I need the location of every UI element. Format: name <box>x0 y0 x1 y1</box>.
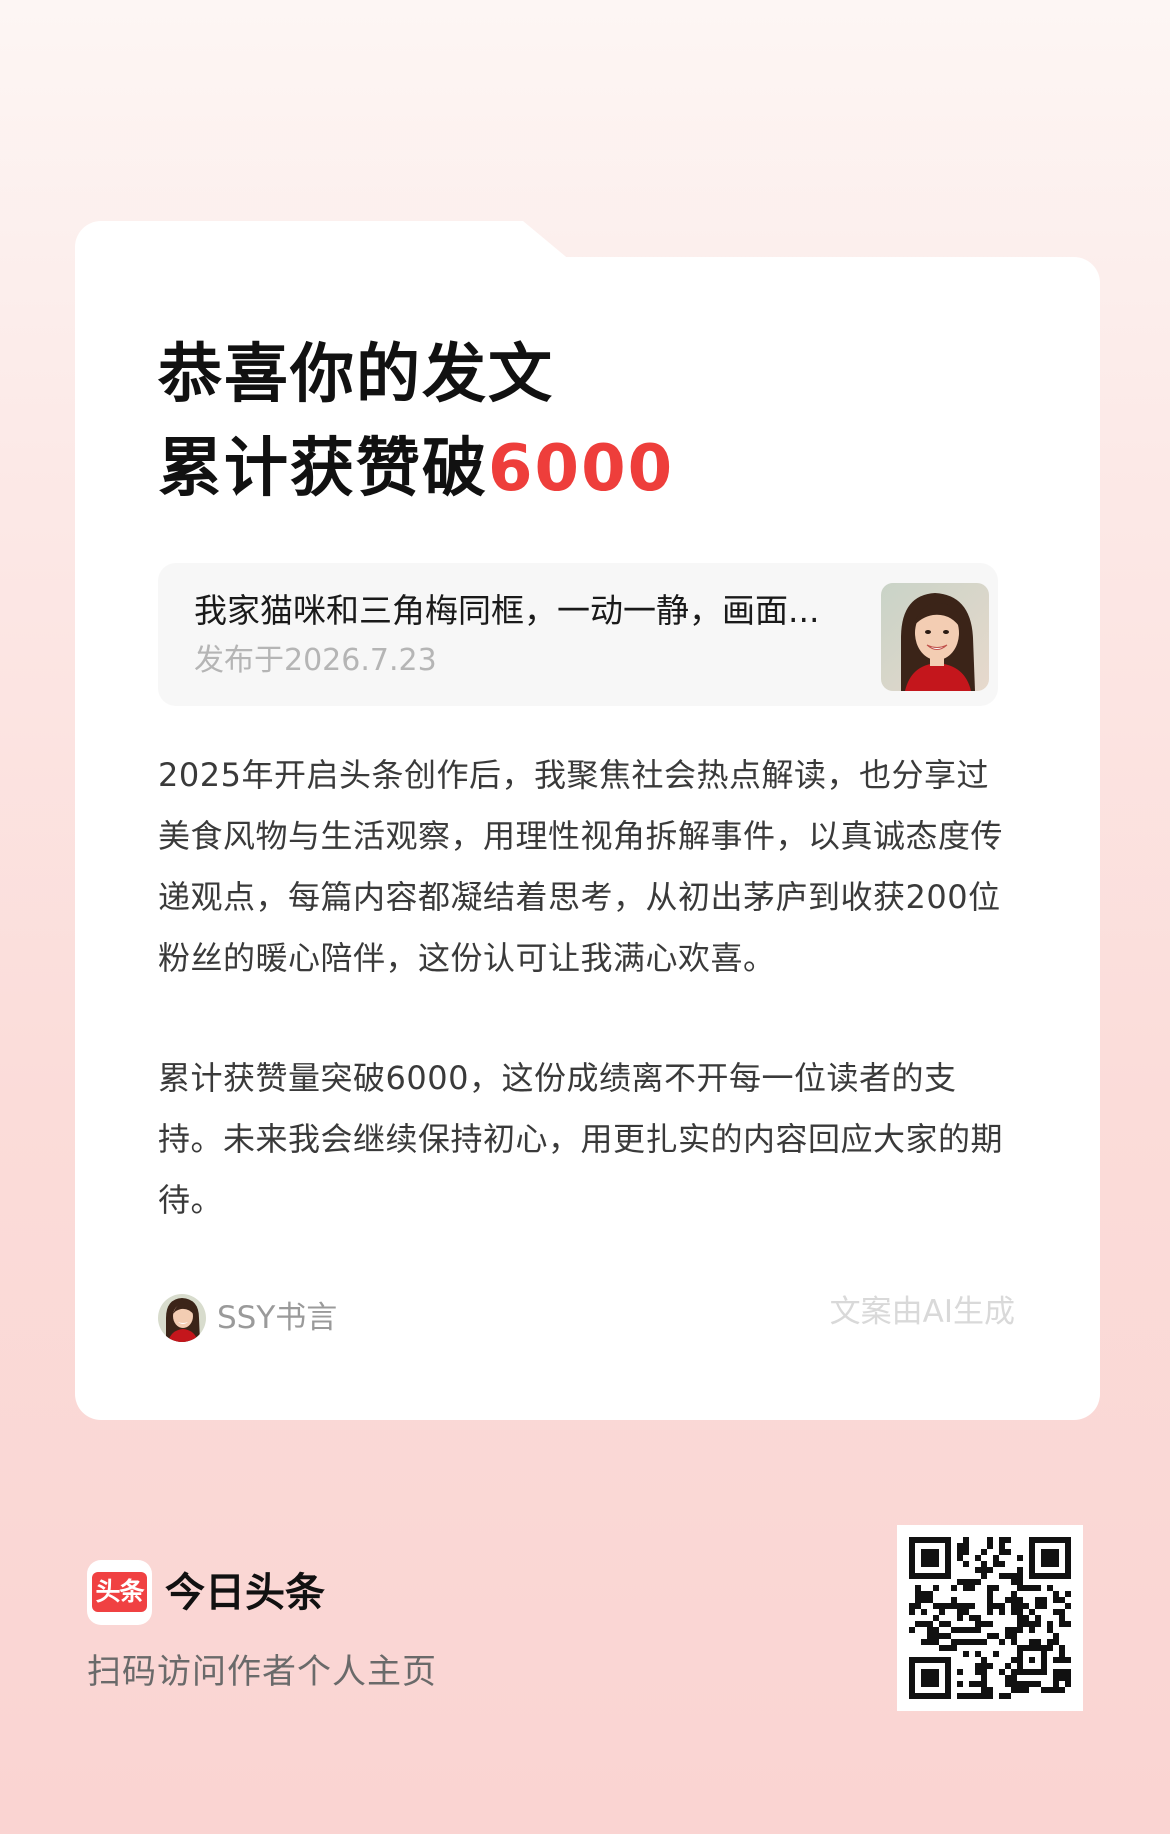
headline-line2-prefix: 累计获赞破 <box>158 432 488 506</box>
headline-line1: 恭喜你的发文 <box>158 338 554 412</box>
headline-line2: 累计获赞破6000 <box>158 422 1038 516</box>
author-name[interactable]: SSY书言 <box>217 1296 337 1340</box>
article-title[interactable]: 我家猫咪和三角梅同框，一动一静，画面... <box>194 589 874 633</box>
toutiao-logo: 头条 <box>87 1560 152 1625</box>
logo-text: 头条 <box>92 1572 147 1612</box>
body-paragraph-2: 累计获赞量突破6000，这份成绩离不开每一位读者的支持。未来我会继续保持初心，用… <box>158 1059 1004 1219</box>
portrait-thumbnail-icon[interactable] <box>881 583 989 691</box>
scan-hint: 扫码访问作者个人主页 <box>87 1652 437 1692</box>
article-date: 发布于2026.7.23 <box>194 643 437 678</box>
article-preview[interactable]: 我家猫咪和三角梅同框，一动一静，画面... 发布于2026.7.23 <box>158 563 998 706</box>
ai-generated-note: 文案由AI生成 <box>829 1294 1015 1330</box>
headline: 恭喜你的发文 累计获赞破6000 <box>158 328 1038 516</box>
likes-count: 6000 <box>488 432 675 506</box>
app-name: 今日头条 <box>165 1570 325 1616</box>
author-avatar-icon[interactable] <box>158 1294 206 1342</box>
qr-code-icon[interactable] <box>897 1525 1083 1711</box>
body-paragraph-1: 2025年开启头条创作后，我聚焦社会热点解读，也分享过美食风物与生活观察，用理性… <box>158 756 1004 977</box>
